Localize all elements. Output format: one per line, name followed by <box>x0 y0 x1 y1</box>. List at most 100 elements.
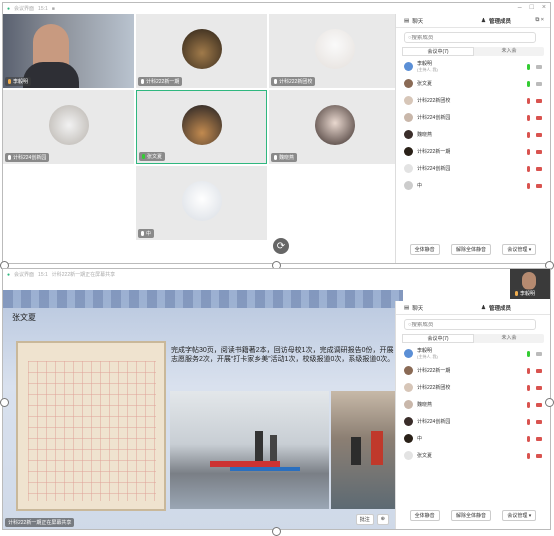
mic-icon[interactable] <box>527 418 530 425</box>
member-row[interactable]: 计科224创新园 <box>396 413 550 430</box>
member-controls <box>527 63 542 70</box>
meeting-manage-button[interactable]: 会议管理 ▾ <box>502 510 537 521</box>
tab-members[interactable]: ♟ 管理成员 ⧉ × <box>473 14 550 27</box>
member-list: 李毅明 (主持人, 我) 张文夏 计科222新团校 计科224创新园 魏晓燕计科222新一… <box>396 58 550 194</box>
video-tile[interactable]: 李毅明 <box>3 14 134 88</box>
member-name: 计科222新一期 <box>417 148 451 155</box>
mic-icon[interactable] <box>527 131 530 138</box>
member-name: 计科222新一期 <box>417 367 451 374</box>
mic-icon[interactable] <box>527 182 530 189</box>
camera-icon[interactable] <box>536 183 542 188</box>
tab-chat[interactable]: ▤ 聊天 <box>396 14 473 27</box>
camera-icon[interactable] <box>536 81 542 86</box>
minimize-icon[interactable]: – <box>518 4 522 11</box>
camera-icon[interactable] <box>536 402 542 407</box>
meeting-manage-button[interactable]: 会议管理 ▾ <box>502 244 537 255</box>
member-search[interactable]: ○ <box>404 32 536 43</box>
camera-icon[interactable] <box>536 115 542 120</box>
member-row[interactable]: 计科224创新园 <box>396 160 550 177</box>
camera-icon[interactable] <box>536 166 542 171</box>
member-panel: ▤聊天 ♟管理成员⧉ × ○ 会议中(7) 未入会 李毅明(主持人, 我) 张文夏… <box>395 14 550 263</box>
tab-members[interactable]: ♟ 管理成员 <box>473 301 550 314</box>
mic-icon[interactable] <box>527 452 530 459</box>
avatar <box>404 62 413 71</box>
mic-icon[interactable] <box>527 401 530 408</box>
camera-icon[interactable] <box>536 419 542 424</box>
mic-icon[interactable] <box>527 350 530 357</box>
camera-icon[interactable] <box>536 64 542 69</box>
member-name: 中 <box>417 435 423 442</box>
mic-icon[interactable] <box>527 80 530 87</box>
member-row[interactable]: 魏晓燕 <box>396 396 550 413</box>
member-row[interactable]: 计科222新一期 <box>396 143 550 160</box>
mic-icon[interactable] <box>527 435 530 442</box>
mic-icon[interactable] <box>527 114 530 121</box>
mic-icon <box>274 79 277 84</box>
member-row[interactable]: 计科224创新园 <box>396 109 550 126</box>
camera-icon[interactable] <box>536 351 542 356</box>
camera-icon[interactable] <box>536 368 542 373</box>
member-name: 计科222新团校 <box>417 384 451 391</box>
member-row[interactable]: 张文夏 <box>396 75 550 92</box>
reload-icon[interactable]: ⟳ <box>271 236 291 256</box>
member-row[interactable]: 计科222新团校 <box>396 379 550 396</box>
camera-icon[interactable] <box>536 149 542 154</box>
camera-icon[interactable] <box>536 453 542 458</box>
self-video[interactable]: 李毅明 <box>510 269 550 299</box>
member-controls <box>527 114 542 121</box>
tab-not-joined[interactable]: 未入会 <box>474 47 544 56</box>
mic-icon[interactable] <box>527 97 530 104</box>
mic-icon[interactable] <box>527 148 530 155</box>
member-row[interactable]: 中 <box>396 177 550 194</box>
video-tile[interactable]: 计科222新一期 <box>136 14 267 88</box>
unmute-all-button[interactable]: 解除全体静音 <box>451 244 492 255</box>
slide-heading: 张文夏 <box>12 313 36 322</box>
mic-icon[interactable] <box>527 384 530 391</box>
tab-not-joined[interactable]: 未入会 <box>474 334 544 343</box>
search-input[interactable] <box>411 321 512 328</box>
resize-handle[interactable] <box>272 527 281 536</box>
camera-icon[interactable] <box>536 436 542 441</box>
close-icon[interactable]: × <box>542 4 546 11</box>
member-name: 李毅明 (主持人, 我) <box>417 61 527 73</box>
unmute-all-button[interactable]: 解除全体静音 <box>451 510 492 521</box>
member-row[interactable]: 张文夏 <box>396 447 550 464</box>
grid-icon[interactable]: ■ <box>52 6 55 12</box>
search-input[interactable] <box>411 34 512 41</box>
video-tile-active[interactable]: 张文夏 <box>136 90 267 164</box>
member-row[interactable]: 计科222新团校 <box>396 92 550 109</box>
mic-icon[interactable] <box>527 63 530 70</box>
video-tile[interactable]: 计科222新团校 <box>269 14 400 88</box>
mic-icon[interactable] <box>527 165 530 172</box>
video-tile[interactable]: 计科224创新园 <box>3 90 134 164</box>
mic-icon <box>8 79 11 84</box>
resize-handle[interactable] <box>0 398 9 407</box>
zoom-icon[interactable]: ⊕ <box>376 514 389 525</box>
member-controls <box>527 80 542 87</box>
tab-in-meeting[interactable]: 会议中(7) <box>402 334 474 343</box>
member-row[interactable]: 李毅明 (主持人, 我) <box>396 345 550 362</box>
camera-icon[interactable] <box>536 385 542 390</box>
popout-icon[interactable]: ⧉ × <box>535 17 544 24</box>
annotate-button[interactable]: 批注 <box>355 514 374 525</box>
maximize-icon[interactable]: □ <box>530 4 534 11</box>
mute-all-button[interactable]: 全体静音 <box>409 244 440 255</box>
mute-all-button[interactable]: 全体静音 <box>409 510 440 521</box>
member-controls <box>527 182 542 189</box>
camera-icon[interactable] <box>536 132 542 137</box>
avatar <box>181 105 222 145</box>
tab-in-meeting[interactable]: 会议中(7) <box>402 47 474 56</box>
tab-chat[interactable]: ▤ 聊天 <box>396 301 473 314</box>
member-subtabs: 会议中(7) 未入会 <box>402 334 544 343</box>
member-search[interactable]: ○ <box>404 319 536 330</box>
member-row[interactable]: 中 <box>396 430 550 447</box>
camera-icon[interactable] <box>536 98 542 103</box>
member-row[interactable]: 魏晓燕 <box>396 126 550 143</box>
member-row[interactable]: 计科222新一期 <box>396 362 550 379</box>
mic-icon[interactable] <box>527 367 530 374</box>
member-role: (主持人, 我) <box>417 353 438 359</box>
resize-handle[interactable] <box>545 398 554 407</box>
video-tile[interactable]: 中 <box>136 166 267 240</box>
member-row[interactable]: 李毅明 (主持人, 我) <box>396 58 550 75</box>
video-tile[interactable]: 魏晓燕 <box>269 90 400 164</box>
